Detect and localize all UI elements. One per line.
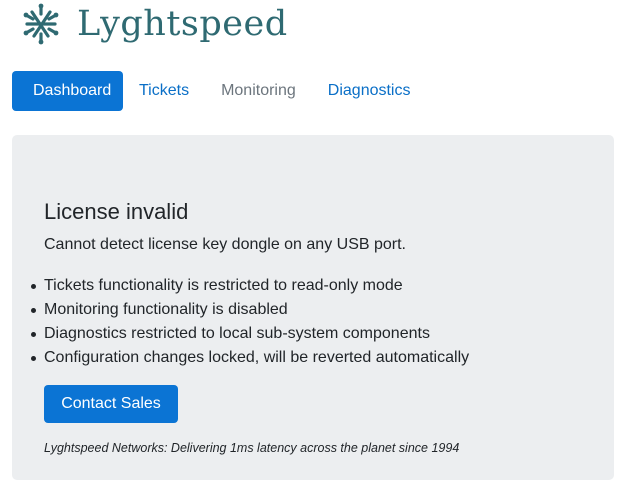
alert-title: License invalid [44, 199, 189, 224]
footer-tagline: Lyghtspeed Networks: Delivering 1ms late… [44, 441, 460, 455]
restriction-list: Tickets functionality is restricted to r… [31, 274, 470, 370]
tab-dashboard[interactable]: Dashboard [12, 71, 123, 111]
main-nav: Dashboard Tickets Monitoring Diagnostics [12, 71, 426, 111]
license-alert-panel: License invalid Cannot detect license ke… [12, 135, 614, 480]
bullet-icon [31, 284, 36, 289]
bullet-icon [31, 356, 36, 361]
restriction-text: Diagnostics restricted to local sub-syst… [44, 325, 430, 342]
bullet-icon [31, 332, 36, 337]
tab-diagnostics[interactable]: Diagnostics [312, 71, 427, 111]
restriction-text: Monitoring functionality is disabled [44, 301, 288, 318]
brand-logo[interactable]: Lyghtspeed [22, 3, 288, 45]
contact-sales-button[interactable]: Contact Sales [44, 385, 178, 423]
tab-tickets[interactable]: Tickets [123, 71, 205, 111]
knot-logo-icon [23, 3, 59, 45]
list-item: Configuration changes locked, will be re… [31, 346, 470, 370]
alert-message: Cannot detect license key dongle on any … [44, 236, 406, 253]
restriction-text: Configuration changes locked, will be re… [44, 349, 470, 366]
list-item: Tickets functionality is restricted to r… [31, 274, 469, 298]
brand-name: Lyghtspeed [77, 4, 288, 44]
tab-monitoring: Monitoring [221, 82, 296, 99]
bullet-icon [31, 308, 36, 313]
restriction-text: Tickets functionality is restricted to r… [44, 277, 403, 294]
list-item: Diagnostics restricted to local sub-syst… [31, 322, 469, 346]
list-item: Monitoring functionality is disabled [31, 298, 469, 322]
